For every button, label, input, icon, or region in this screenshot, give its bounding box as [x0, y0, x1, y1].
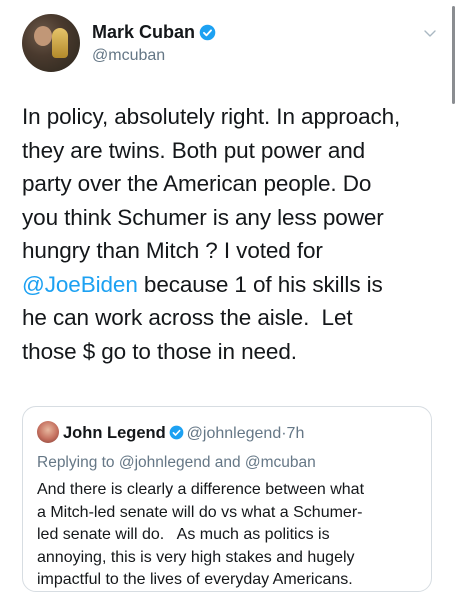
scrollbar[interactable] — [452, 6, 455, 104]
quoted-text-line: a Mitch-led senate will do vs what a Sch… — [37, 503, 363, 521]
tweet-text-line: hungry than Mitch ? I voted for — [22, 238, 323, 263]
quoted-text-line: And there is clearly a difference betwee… — [37, 481, 365, 498]
quoted-tweet-header: John Legend @johnlegend·7h — [37, 421, 304, 445]
avatar-face — [34, 26, 52, 46]
author-handle[interactable]: @mcuban — [92, 45, 216, 67]
author-block: Mark Cuban @mcuban — [92, 21, 216, 67]
quoted-handle[interactable]: @johnlegend — [187, 425, 282, 442]
verified-badge-icon — [199, 24, 216, 41]
chevron-down-icon[interactable] — [423, 26, 437, 40]
tweet-text-line: In policy, absolutely right. In approach… — [22, 104, 401, 129]
avatar[interactable] — [22, 14, 80, 72]
quoted-timestamp[interactable]: 7h — [287, 425, 305, 442]
tweet-text-line: because 1 of his skills is — [137, 271, 383, 297]
tweet-text-line: you think Schumer is any less power — [22, 204, 384, 230]
replying-to-text: Replying to @johnlegend and @mcuban — [37, 454, 316, 471]
verified-badge-icon — [169, 425, 184, 440]
quoted-text-line: led senate will do. As much as politics … — [37, 526, 330, 543]
quoted-text-line: annoying, this is very high stakes and h… — [37, 548, 355, 566]
quoted-text-line: impactful to the lives of everyday Ameri… — [37, 571, 353, 588]
quoted-tweet-card[interactable]: John Legend @johnlegend·7h Replying to @… — [22, 406, 432, 592]
quoted-tweet-text: And there is clearly a difference betwee… — [37, 479, 421, 592]
mention-link-joebiden[interactable]: @JoeBiden — [22, 272, 138, 297]
tweet-text: In policy, absolutely right. In approach… — [22, 100, 440, 368]
quoted-avatar[interactable] — [37, 421, 59, 443]
quoted-display-name[interactable]: John Legend — [63, 424, 166, 442]
avatar-trophy — [52, 28, 68, 58]
tweet-text-line: those $ go to those in need. — [22, 338, 297, 364]
tweet-text-line: they are twins. Both put power and — [22, 137, 366, 163]
author-display-name[interactable]: Mark Cuban — [92, 22, 195, 42]
tweet-header: Mark Cuban @mcuban — [22, 14, 437, 74]
tweet-text-line: party over the American people. Do — [22, 171, 372, 196]
tweet-text-line: he can work across the aisle. Let — [22, 305, 353, 330]
